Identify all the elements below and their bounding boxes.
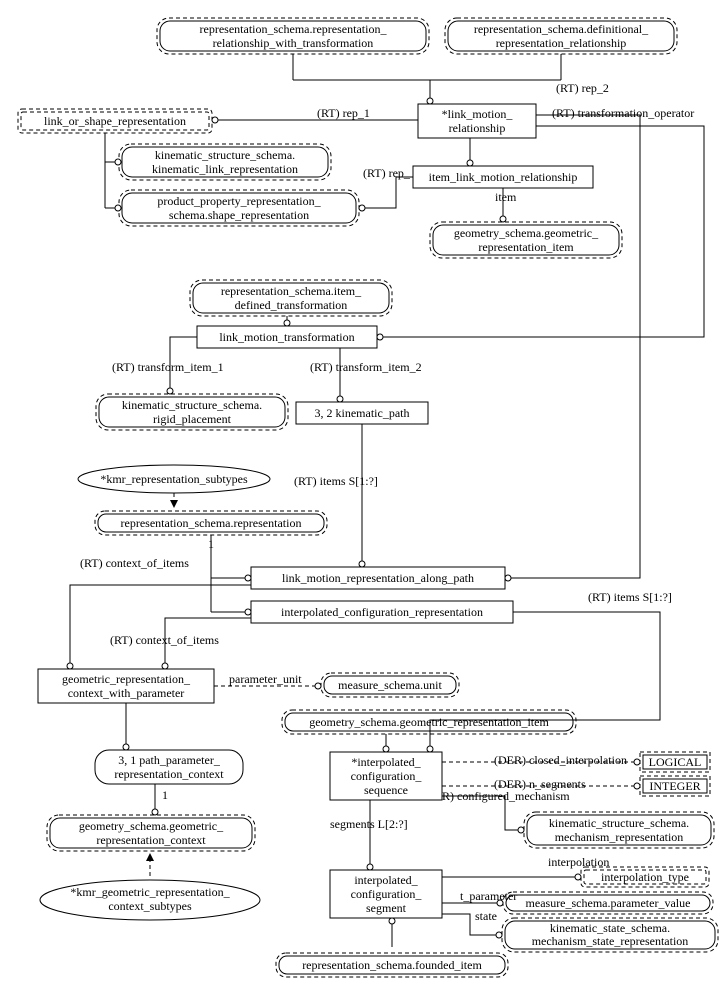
svg-text:context_subtypes: context_subtypes — [108, 899, 192, 913]
entity-kinematic-path: 3, 2 kinematic_path — [296, 402, 428, 424]
edge-one-b: 1 — [162, 788, 168, 802]
svg-text:interpolated_configuration_rep: interpolated_configuration_representatio… — [281, 605, 483, 619]
edge-rep: (RT) rep_ — [363, 166, 411, 180]
svg-text:geometry_schema.geometric_: geometry_schema.geometric_ — [79, 819, 224, 833]
edge-state: state — [475, 909, 497, 923]
svg-text:representation_schema.founded_: representation_schema.founded_item — [302, 958, 482, 972]
svg-text:representation_schema.represen: representation_schema.representation — [121, 516, 302, 530]
entity-rep-rel-with-trans: representation_schema.representation_ re… — [157, 18, 429, 54]
edge-der-closed: (DER) closed_interpolation — [494, 753, 627, 767]
svg-text:representation_context: representation_context — [114, 767, 224, 781]
entity-path-param-rep-ctx: 3, 1 path_parameter_ representation_cont… — [95, 750, 243, 784]
entity-interp-config-seq: *interpolated_ configuration_ sequence — [330, 752, 442, 800]
svg-text:*kmr_representation_subtypes: *kmr_representation_subtypes — [100, 472, 248, 486]
entity-link-motion-rep-along-path: link_motion_representation_along_path — [251, 567, 505, 589]
entity-logical: LOGICAL — [640, 752, 710, 772]
edge-trans-item-2: (RT) transform_item_2 — [310, 360, 422, 374]
svg-text:configuration_: configuration_ — [351, 887, 423, 901]
entity-geom-rep-ctx-param: geometric_representation_ context_with_p… — [38, 669, 214, 703]
entity-def-rep-rel: representation_schema.definitional_ repr… — [445, 18, 677, 54]
svg-text:3, 2 kinematic_path: 3, 2 kinematic_path — [315, 406, 410, 420]
svg-text:kinematic_structure_schema.: kinematic_structure_schema. — [155, 148, 295, 162]
svg-text:mechanism_representation: mechanism_representation — [555, 830, 684, 844]
entity-interp-config-rep: interpolated_configuration_representatio… — [251, 601, 513, 623]
svg-text:representation_item: representation_item — [478, 240, 574, 254]
svg-text:schema.shape_representation: schema.shape_representation — [169, 208, 309, 222]
svg-text:geometry_schema.geometric_: geometry_schema.geometric_ — [454, 226, 599, 240]
entity-integer: INTEGER — [640, 776, 710, 796]
svg-text:rigid_placement: rigid_placement — [153, 412, 232, 426]
svg-text:item_link_motion_relationship: item_link_motion_relationship — [429, 170, 578, 184]
svg-text:representation_schema.definiti: representation_schema.definitional_ — [474, 22, 649, 36]
entity-kin-rigid-placement: kinematic_structure_schema. rigid_placem… — [96, 394, 288, 430]
entity-link-motion-trans: link_motion_transformation — [197, 326, 377, 348]
entity-interp-config-seg: interpolated_ configuration_ segment — [330, 870, 442, 918]
svg-text:geometric_representation_: geometric_representation_ — [62, 672, 191, 686]
entity-geom-rep-ctx: geometry_schema.geometric_ representatio… — [47, 815, 255, 851]
svg-text:*link_motion_: *link_motion_ — [442, 107, 514, 121]
entity-item-link-motion-rel: item_link_motion_relationship — [413, 166, 593, 188]
edge-segments: segments L[2:?] — [330, 817, 408, 831]
svg-text:kinematic_structure_schema.: kinematic_structure_schema. — [549, 816, 689, 830]
svg-text:interpolation_type: interpolation_type — [601, 870, 689, 884]
edge-trans-item-1: (RT) transform_item_1 — [112, 360, 224, 374]
svg-text:representation_schema.item_: representation_schema.item_ — [221, 284, 362, 298]
svg-text:product_property_representatio: product_property_representation_ — [157, 194, 321, 208]
edge-rep-2: (RT) rep_2 — [556, 81, 609, 95]
svg-text:representation_schema.represen: representation_schema.representation_ — [200, 22, 388, 36]
svg-text:interpolated_: interpolated_ — [354, 873, 418, 887]
svg-text:measure_schema.unit: measure_schema.unit — [338, 678, 442, 692]
edge-ctx-items-a: (RT) context_of_items — [80, 556, 189, 570]
svg-text:mechanism_state_representation: mechanism_state_representation — [532, 934, 689, 948]
svg-text:representation_context: representation_context — [96, 833, 206, 847]
svg-text:context_with_parameter: context_with_parameter — [68, 686, 185, 700]
svg-text:INTEGER: INTEGER — [649, 779, 700, 793]
svg-text:measure_schema.parameter_value: measure_schema.parameter_value — [526, 896, 691, 910]
entity-link-or-shape-rep: link_or_shape_representation — [18, 109, 212, 133]
svg-text:3, 1 path_parameter_: 3, 1 path_parameter_ — [118, 753, 221, 767]
svg-text:representation_relationship: representation_relationship — [496, 36, 627, 50]
entity-geom-rep-item-upper: geometry_schema.geometric_ representatio… — [430, 222, 622, 258]
svg-text:LOGICAL: LOGICAL — [649, 755, 702, 769]
entity-interp-type: interpolation_type — [581, 867, 709, 887]
entity-prod-prop-rep: product_property_representation_ schema.… — [119, 190, 359, 226]
entity-rep-schema-rep: representation_schema.representation — [95, 511, 327, 535]
entity-link-motion-rel: *link_motion_ relationship — [418, 104, 536, 138]
svg-text:relationship_with_transformati: relationship_with_transformation — [213, 36, 374, 50]
svg-text:sequence: sequence — [364, 783, 408, 797]
svg-text:*interpolated_: *interpolated_ — [351, 755, 421, 769]
edge-t-param: t_parameter — [460, 889, 517, 903]
svg-text:relationship: relationship — [449, 121, 506, 135]
svg-text:*kmr_geometric_representation_: *kmr_geometric_representation_ — [70, 885, 230, 899]
entity-rep-founded-item: representation_schema.founded_item — [276, 953, 508, 977]
svg-text:defined_transformation: defined_transformation — [235, 298, 348, 312]
edge-interpolation: interpolation — [548, 855, 609, 869]
svg-text:configuration_: configuration_ — [351, 769, 423, 783]
entity-kin-state-mech-rep: kinematic_state_schema. mechanism_state_… — [502, 918, 718, 952]
entity-kin-mech-rep: kinematic_structure_schema. mechanism_re… — [524, 812, 714, 848]
edge-items-s1-a: (RT) items S[1:?] — [294, 474, 378, 488]
entity-kmr-rep-subtypes: *kmr_representation_subtypes — [78, 465, 270, 493]
edge-trans-op: (RT) transformation_operator — [552, 106, 694, 120]
entity-rep-item-def-trans: representation_schema.item_ defined_tran… — [190, 280, 392, 316]
svg-text:link_motion_representation_alo: link_motion_representation_along_path — [282, 571, 474, 585]
svg-text:link_or_shape_representation: link_or_shape_representation — [44, 114, 186, 128]
edge-param-unit: parameter_unit — [229, 672, 302, 686]
svg-text:segment: segment — [366, 901, 407, 915]
entity-kmr-geom-rep-ctx-sub: *kmr_geometric_representation_ context_s… — [40, 880, 260, 920]
svg-text:kinematic_link_representation: kinematic_link_representation — [152, 162, 298, 176]
svg-text:link_motion_transformation: link_motion_transformation — [219, 330, 354, 344]
edge-rep-1: (RT) rep_1 — [317, 106, 370, 120]
entity-measure-unit: measure_schema.unit — [321, 673, 459, 697]
svg-text:kinematic_state_schema.: kinematic_state_schema. — [550, 921, 670, 935]
svg-text:geometry_schema.geometric_repr: geometry_schema.geometric_representation… — [309, 715, 549, 729]
svg-text:kinematic_structure_schema.: kinematic_structure_schema. — [122, 398, 262, 412]
entity-measure-param-val: measure_schema.parameter_value — [503, 892, 713, 914]
entity-kin-link-rep: kinematic_structure_schema. kinematic_li… — [119, 144, 331, 180]
entity-geom-rep-item-lower: geometry_schema.geometric_representation… — [282, 710, 576, 734]
edge-item: item — [495, 190, 517, 204]
edge-items-s1-b: (RT) items S[1:?] — [588, 590, 672, 604]
